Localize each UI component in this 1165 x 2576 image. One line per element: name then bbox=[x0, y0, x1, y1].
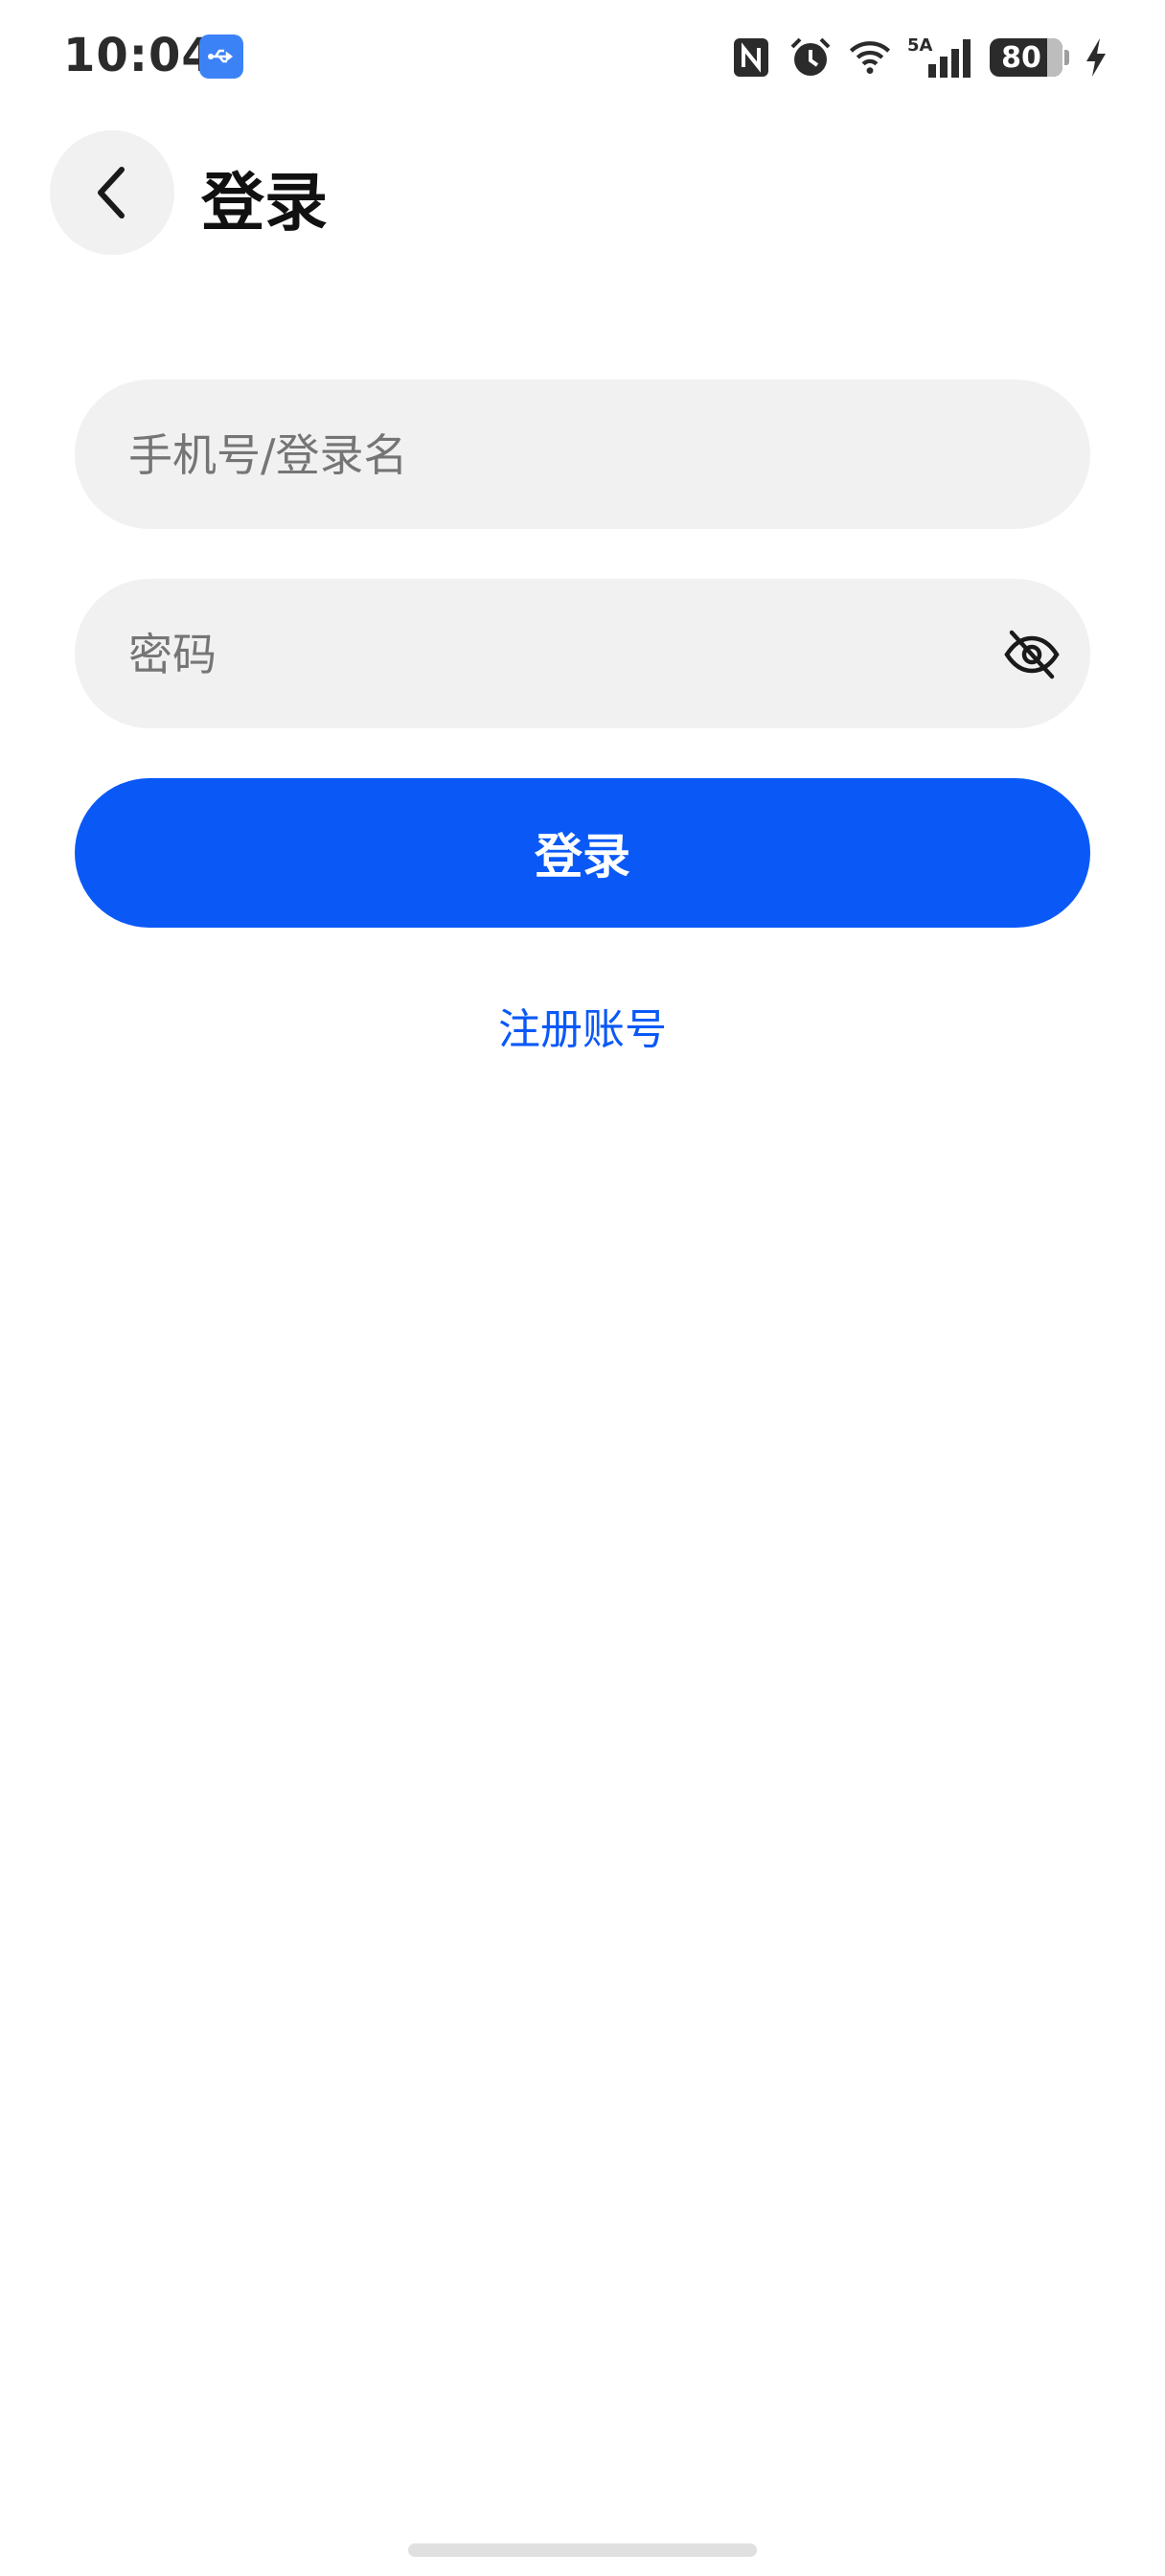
status-bar: 10:04 5A 80 bbox=[0, 0, 1165, 115]
back-button[interactable] bbox=[50, 130, 174, 255]
status-time: 10:04 bbox=[63, 29, 215, 82]
nfc-icon bbox=[729, 35, 773, 80]
phone-input[interactable] bbox=[126, 380, 993, 531]
eye-off-icon bbox=[1004, 630, 1060, 679]
login-button[interactable]: 登录 bbox=[75, 778, 1090, 928]
home-indicator[interactable] bbox=[408, 2543, 757, 2557]
register-link[interactable]: 注册账号 bbox=[0, 995, 1165, 1056]
password-field[interactable] bbox=[75, 579, 1090, 730]
charging-icon bbox=[1085, 35, 1108, 80]
wifi-icon bbox=[848, 35, 892, 80]
battery-icon: 80 bbox=[990, 38, 1062, 77]
signal-5a-icon: 5A bbox=[907, 35, 974, 80]
usb-icon bbox=[199, 34, 243, 79]
page-title: 登录 bbox=[201, 166, 328, 240]
phone-field[interactable] bbox=[75, 380, 1090, 531]
network-label: 5A bbox=[907, 35, 933, 56]
password-visibility-toggle[interactable] bbox=[1002, 625, 1062, 684]
alarm-icon bbox=[788, 35, 833, 80]
password-input[interactable] bbox=[126, 579, 993, 730]
chevron-left-icon bbox=[98, 167, 125, 218]
battery-level: 80 bbox=[1001, 40, 1041, 75]
